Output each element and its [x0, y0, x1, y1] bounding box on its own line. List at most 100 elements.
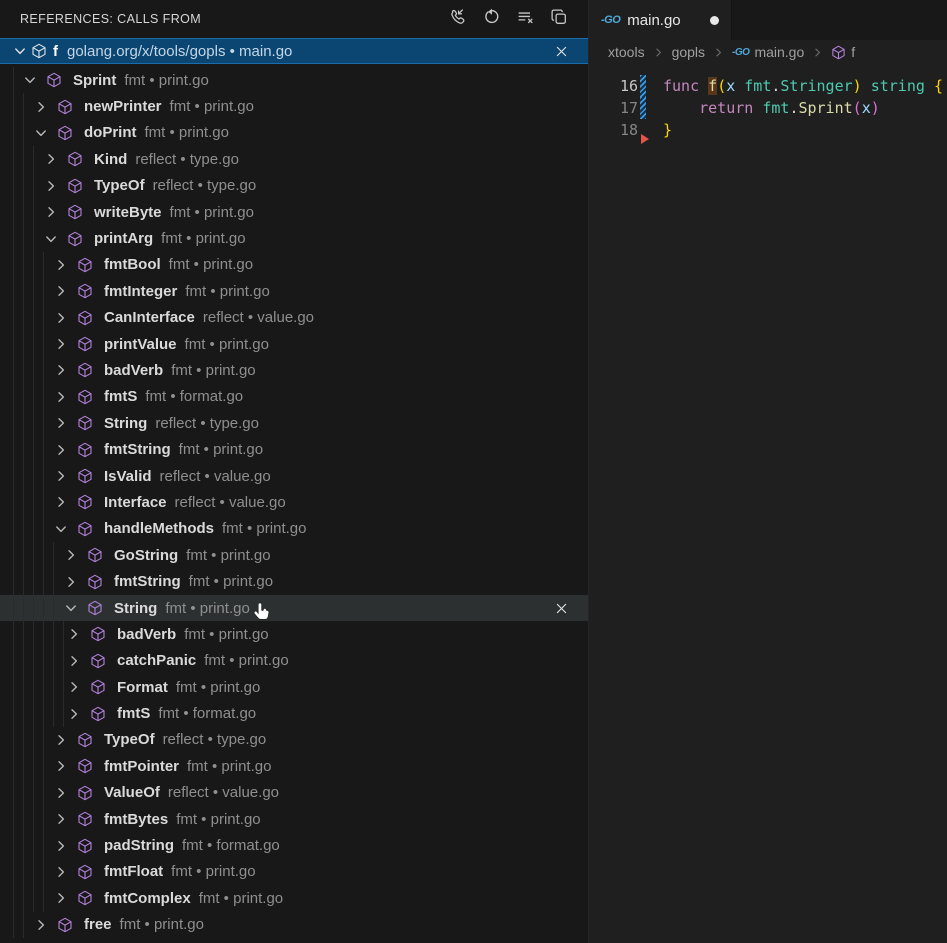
- symbol-method-icon: [77, 758, 93, 774]
- tree-item[interactable]: padString fmt • format.go: [0, 832, 588, 858]
- tree-item[interactable]: String fmt • print.go: [0, 595, 588, 621]
- indent-guide: [53, 700, 54, 726]
- breadcrumb-item-main-go[interactable]: -GOmain.go: [732, 44, 804, 60]
- tree-item-description: fmt • format.go: [158, 705, 256, 722]
- chevron-right-icon[interactable]: [53, 415, 69, 431]
- chevron-right-icon[interactable]: [66, 653, 82, 669]
- tree-item[interactable]: GoString fmt • print.go: [0, 542, 588, 568]
- chevron-down-icon[interactable]: [63, 600, 79, 616]
- tab-main-go[interactable]: -GO main.go: [589, 0, 732, 40]
- chevron-down-icon[interactable]: [43, 231, 59, 247]
- indent-guide: [23, 568, 24, 594]
- tree-item-description: fmt • print.go: [170, 98, 254, 115]
- indent-guide: [23, 674, 24, 700]
- chevron-down-icon[interactable]: [33, 125, 49, 141]
- chevron-right-icon[interactable]: [53, 310, 69, 326]
- code-line-16[interactable]: 16func f(x fmt.Stringer) string {: [589, 75, 947, 97]
- tree-item-label: catchPanic: [117, 652, 196, 669]
- chevron-right-icon[interactable]: [53, 838, 69, 854]
- chevron-right-icon[interactable]: [53, 336, 69, 352]
- tree-item[interactable]: doPrint fmt • print.go: [0, 120, 588, 146]
- chevron-down-icon[interactable]: [53, 521, 69, 537]
- tree-item[interactable]: newPrinter fmt • print.go: [0, 93, 588, 119]
- close-icon[interactable]: [552, 599, 570, 617]
- chevron-right-icon[interactable]: [53, 362, 69, 378]
- tree-item[interactable]: TypeOf reflect • type.go: [0, 173, 588, 199]
- tree-item[interactable]: Format fmt • print.go: [0, 674, 588, 700]
- chevron-down-icon[interactable]: [22, 72, 38, 88]
- symbol-method-icon: [67, 178, 83, 194]
- tree-item[interactable]: badVerb fmt • print.go: [0, 621, 588, 647]
- tree-item[interactable]: printArg fmt • print.go: [0, 225, 588, 251]
- chevron-right-icon[interactable]: [53, 494, 69, 510]
- tree-item[interactable]: fmtString fmt • print.go: [0, 436, 588, 462]
- chevron-right-icon[interactable]: [53, 864, 69, 880]
- chevron-right-icon[interactable]: [66, 679, 82, 695]
- tree-item[interactable]: badVerb fmt • print.go: [0, 357, 588, 383]
- chevron-right-icon[interactable]: [53, 732, 69, 748]
- chevron-right-icon[interactable]: [33, 917, 49, 933]
- tree-item[interactable]: fmtComplex fmt • print.go: [0, 885, 588, 911]
- chevron-right-icon[interactable]: [53, 389, 69, 405]
- breadcrumb-item-f[interactable]: f: [831, 44, 855, 60]
- chevron-right-icon[interactable]: [43, 151, 59, 167]
- tree-item[interactable]: fmtS fmt • format.go: [0, 700, 588, 726]
- tree-item[interactable]: printValue fmt • print.go: [0, 331, 588, 357]
- close-icon[interactable]: [552, 42, 570, 60]
- chevron-right-icon[interactable]: [63, 574, 79, 590]
- chevron-right-icon[interactable]: [43, 178, 59, 194]
- tree-item[interactable]: writeByte fmt • print.go: [0, 199, 588, 225]
- copy-button[interactable]: [548, 8, 570, 30]
- chevron-right-icon[interactable]: [53, 257, 69, 273]
- call-incoming-button[interactable]: [446, 8, 468, 30]
- tree-item[interactable]: CanInterface reflect • value.go: [0, 305, 588, 331]
- tree-item[interactable]: Sprint fmt • print.go: [0, 67, 588, 93]
- clear-list-button[interactable]: [514, 8, 536, 30]
- tree-item[interactable]: fmtInteger fmt • print.go: [0, 278, 588, 304]
- tree-item[interactable]: Interface reflect • value.go: [0, 489, 588, 515]
- chevron-right-icon[interactable]: [53, 442, 69, 458]
- chevron-right-icon[interactable]: [63, 547, 79, 563]
- tree-item-label: handleMethods: [104, 520, 214, 537]
- chevron-right-icon[interactable]: [33, 99, 49, 115]
- breadcrumb-label: f: [851, 44, 855, 60]
- tree-item[interactable]: fmtBytes fmt • print.go: [0, 806, 588, 832]
- tree-item[interactable]: IsValid reflect • value.go: [0, 463, 588, 489]
- chevron-right-icon[interactable]: [53, 811, 69, 827]
- code-line-17[interactable]: 17 return fmt.Sprint(x): [589, 97, 947, 119]
- chevron-right-icon[interactable]: [43, 204, 59, 220]
- tree-item-description: fmt • print.go: [176, 679, 260, 696]
- tree-item[interactable]: fmtString fmt • print.go: [0, 568, 588, 594]
- indent-guide: [33, 225, 34, 251]
- call-hierarchy-root-item[interactable]: f golang.org/x/tools/gopls • main.go: [0, 38, 588, 64]
- code-editor[interactable]: 16func f(x fmt.Stringer) string {17 retu…: [589, 64, 947, 943]
- chevron-right-icon[interactable]: [53, 468, 69, 484]
- indent-guide: [23, 173, 24, 199]
- indent-guide: [33, 331, 34, 357]
- chevron-down-icon[interactable]: [12, 43, 28, 59]
- tree-item[interactable]: fmtS fmt • format.go: [0, 384, 588, 410]
- indent-guide: [13, 384, 14, 410]
- chevron-right-icon[interactable]: [53, 283, 69, 299]
- breadcrumb-item-gopls[interactable]: gopls: [672, 44, 705, 60]
- breadcrumb-item-xtools[interactable]: xtools: [608, 44, 645, 60]
- chevron-right-icon[interactable]: [66, 706, 82, 722]
- indent-guide: [13, 331, 14, 357]
- tree-item[interactable]: fmtBool fmt • print.go: [0, 252, 588, 278]
- chevron-right-icon[interactable]: [53, 785, 69, 801]
- tree-item[interactable]: ValueOf reflect • value.go: [0, 780, 588, 806]
- tree-item[interactable]: String reflect • type.go: [0, 410, 588, 436]
- tree-item[interactable]: fmtPointer fmt • print.go: [0, 753, 588, 779]
- tree-item[interactable]: handleMethods fmt • print.go: [0, 516, 588, 542]
- tree-item[interactable]: free fmt • print.go: [0, 912, 588, 938]
- chevron-right-icon[interactable]: [66, 626, 82, 642]
- chevron-right-icon[interactable]: [53, 758, 69, 774]
- tree-item[interactable]: Kind reflect • type.go: [0, 146, 588, 172]
- tree-item[interactable]: TypeOf reflect • type.go: [0, 727, 588, 753]
- modified-dot-icon[interactable]: [710, 16, 719, 25]
- refresh-button[interactable]: [480, 8, 502, 30]
- tree-item[interactable]: catchPanic fmt • print.go: [0, 648, 588, 674]
- tree-item[interactable]: fmtFloat fmt • print.go: [0, 859, 588, 885]
- indent-guide: [43, 463, 44, 489]
- chevron-right-icon[interactable]: [53, 890, 69, 906]
